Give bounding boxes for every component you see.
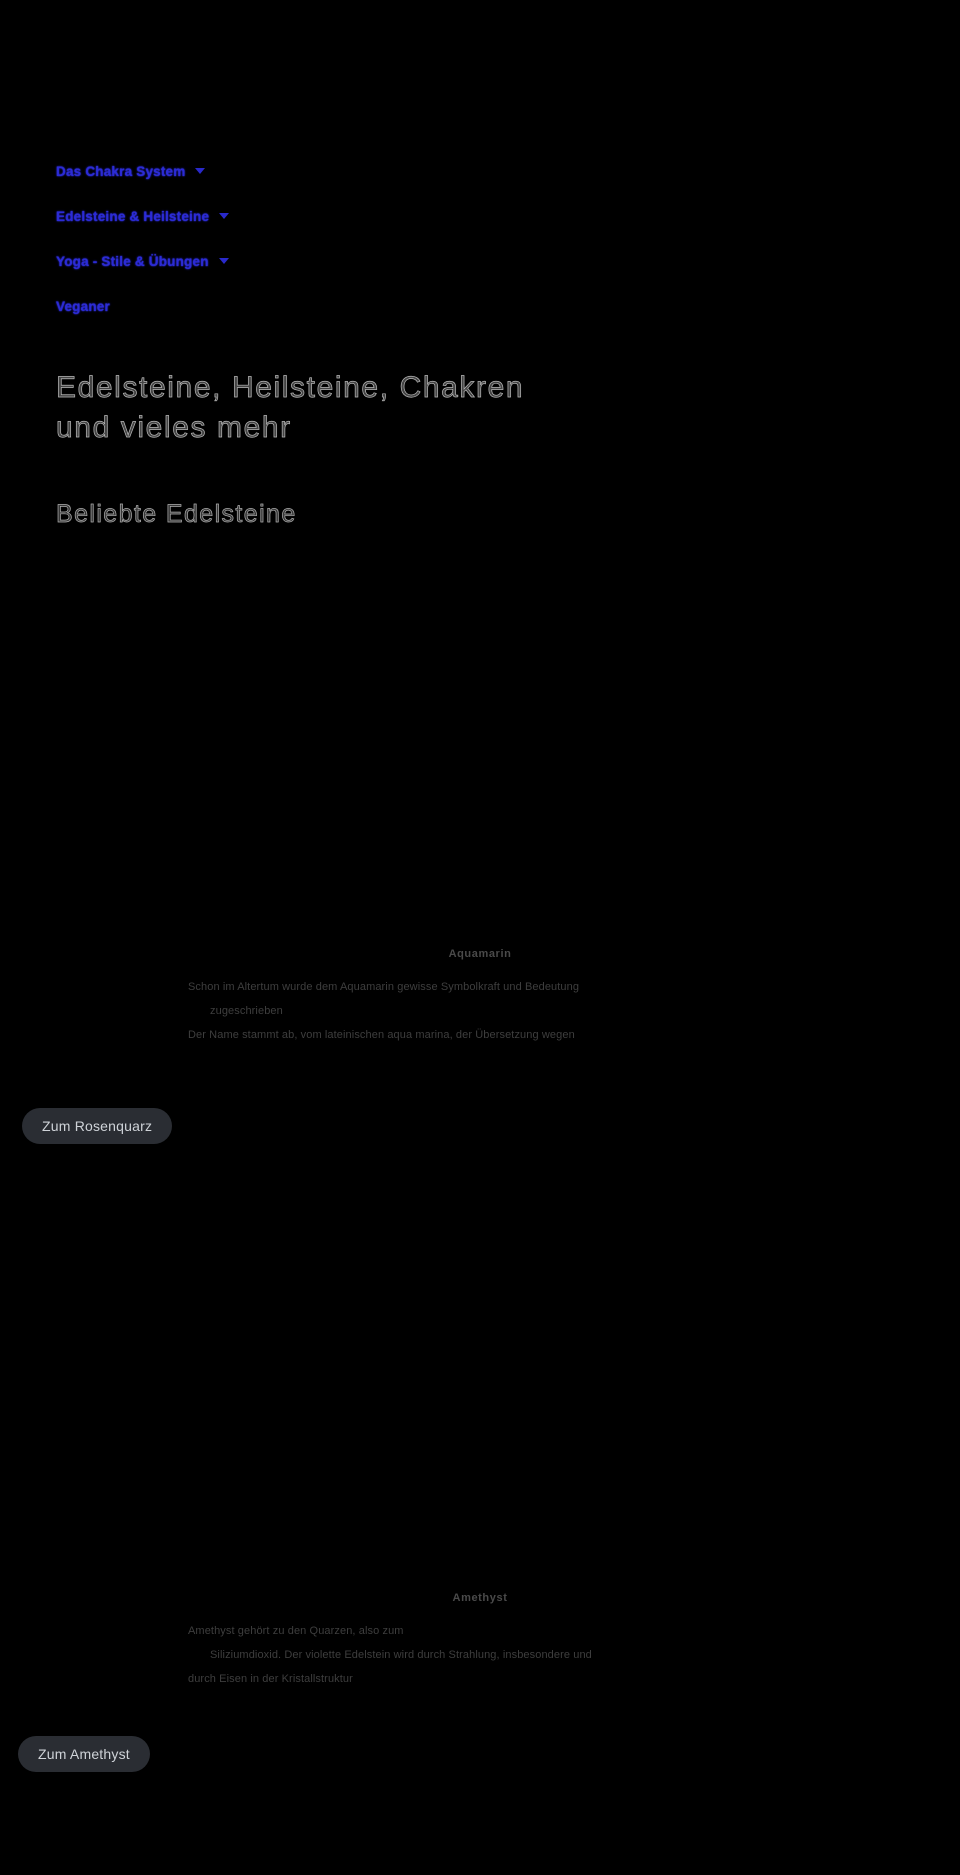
hero-section: Edelsteine, Heilsteine, Chakren und viel… [56,368,796,529]
stone-paragraph: Schon im Altertum wurde dem Aquamarin ge… [188,981,580,993]
stone-section-amethyst: Amethyst Amethyst gehört zu den Quarzen,… [0,1592,960,1694]
stone-paragraph: Siliziumdioxid. Der violette Edelstein w… [210,1649,592,1662]
page-root: Das Chakra System Edelsteine & Heilstein… [0,0,960,1875]
nav-item-label: Das Chakra System [56,163,186,179]
primary-navigation: Das Chakra System Edelsteine & Heilstein… [56,160,576,340]
section-heading-beliebte-edelsteine: Beliebte Edelsteine [56,499,297,528]
nav-item-label: Edelsteine & Heilsteine [56,208,210,224]
stone-description: Schon im Altertum wurde dem Aquamarin ge… [188,978,772,1044]
stone-title: Aquamarin [448,948,512,960]
zum-rosenquarz-button[interactable]: Zum Rosenquarz [22,1108,173,1144]
chevron-down-icon [219,213,230,219]
zum-amethyst-button[interactable]: Zum Amethyst [18,1736,150,1772]
nav-item-chakra-system[interactable]: Das Chakra System [56,160,576,182]
stone-title: Amethyst [452,1592,508,1604]
nav-item-edelsteine-heilsteine[interactable]: Edelsteine & Heilsteine [56,205,576,227]
chevron-down-icon [195,168,206,174]
nav-item-yoga-stile-uebungen[interactable]: Yoga - Stile & Übungen [56,250,576,272]
stone-paragraph: zugeschrieben [210,1005,283,1018]
stone-section-aquamarin: Aquamarin Schon im Altertum wurde dem Aq… [0,948,960,1050]
stone-paragraph: Der Name stammt ab, vom lateinischen aqu… [188,1029,575,1042]
nav-item-veganer[interactable]: Veganer [56,295,576,317]
stone-description: Amethyst gehört zu den Quarzen, also zum… [188,1622,772,1688]
page-title: Edelsteine, Heilsteine, Chakren und viel… [56,371,525,445]
nav-item-label: Yoga - Stile & Übungen [56,253,209,269]
stone-paragraph: durch Eisen in der Kristallstruktur [188,1673,353,1686]
nav-item-label: Veganer [56,298,110,314]
chevron-down-icon [218,258,229,264]
stone-paragraph: Amethyst gehört zu den Quarzen, also zum [188,1625,404,1637]
